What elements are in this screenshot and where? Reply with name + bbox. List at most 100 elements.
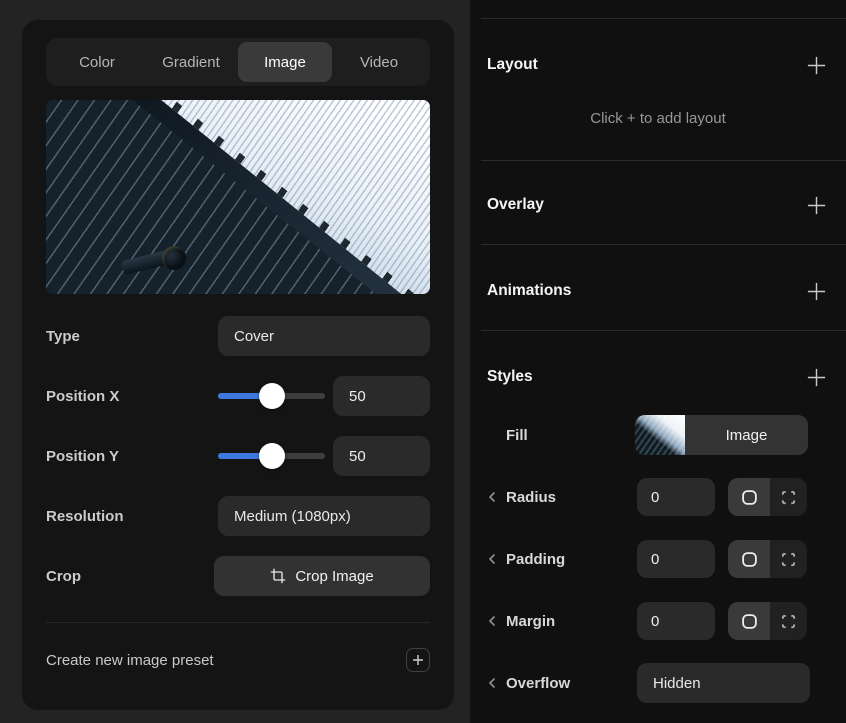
inspector-panel: Layout Click + to add layout Overlay xyxy=(470,0,846,723)
overlay-title: Overlay xyxy=(487,196,544,214)
create-preset-label: Create new image preset xyxy=(46,652,406,669)
preview-camera-lens xyxy=(162,246,186,270)
fill-type-tabbar: Color Gradient Image Video xyxy=(46,38,430,86)
type-select[interactable]: Cover xyxy=(218,316,430,356)
uniform-radius-icon xyxy=(741,613,758,630)
fill-value: Image xyxy=(685,415,808,455)
tab-gradient[interactable]: Gradient xyxy=(144,42,238,82)
crop-row: Crop Crop Image xyxy=(46,556,430,596)
styles-section-header: Styles xyxy=(470,357,846,397)
chevron-left-icon[interactable] xyxy=(487,553,506,565)
type-row: Type Cover xyxy=(46,316,430,356)
individual-corners-icon xyxy=(781,490,796,505)
tab-video-label: Video xyxy=(360,54,398,71)
radius-label: Radius xyxy=(506,489,556,506)
plus-icon xyxy=(806,281,827,302)
add-animation-button[interactable] xyxy=(801,276,831,306)
position-y-label: Position Y xyxy=(46,448,218,465)
section-divider xyxy=(481,18,846,19)
image-settings-rows: Type Cover Position X Position Y xyxy=(46,316,430,596)
create-preset-row: Create new image preset xyxy=(46,640,430,680)
position-x-slider[interactable] xyxy=(218,376,325,416)
padding-label: Padding xyxy=(506,551,565,568)
tab-gradient-label: Gradient xyxy=(162,54,220,71)
tab-image[interactable]: Image xyxy=(238,42,332,82)
uniform-radius-button[interactable] xyxy=(728,478,770,516)
position-x-input[interactable] xyxy=(333,376,430,416)
uniform-radius-icon xyxy=(741,489,758,506)
animations-title: Animations xyxy=(487,282,571,300)
chevron-left-icon[interactable] xyxy=(487,615,506,627)
tab-color[interactable]: Color xyxy=(50,42,144,82)
styles-title: Styles xyxy=(487,368,533,386)
add-style-button[interactable] xyxy=(801,362,831,392)
slider-thumb[interactable] xyxy=(259,443,285,469)
section-divider xyxy=(481,160,846,161)
fill-row: Fill Image xyxy=(487,415,846,455)
animations-section-header: Animations xyxy=(470,271,846,311)
fill-image-thumbnail xyxy=(635,415,685,455)
style-rows: Fill Image Radius xyxy=(470,415,846,703)
slider-thumb[interactable] xyxy=(259,383,285,409)
image-preview[interactable] xyxy=(46,100,430,294)
image-fill-panel: Color Gradient Image Video Type Cover Po… xyxy=(22,20,454,710)
individual-sides-button[interactable] xyxy=(770,540,807,578)
layout-title: Layout xyxy=(487,56,538,74)
plus-icon xyxy=(806,367,827,388)
create-preset-button[interactable] xyxy=(406,648,430,672)
plus-icon xyxy=(806,195,827,216)
plus-icon xyxy=(412,654,424,666)
overflow-label: Overflow xyxy=(506,675,570,692)
margin-row: Margin xyxy=(487,601,846,641)
resolution-label: Resolution xyxy=(46,508,218,525)
crop-label: Crop xyxy=(46,568,214,585)
tab-video[interactable]: Video xyxy=(332,42,426,82)
panel-divider xyxy=(46,622,430,623)
padding-mode-toggle xyxy=(728,540,807,578)
add-layout-button[interactable] xyxy=(801,50,831,80)
tab-color-label: Color xyxy=(79,54,115,71)
individual-corners-button[interactable] xyxy=(770,478,807,516)
uniform-margin-button[interactable] xyxy=(728,602,770,640)
margin-mode-toggle xyxy=(728,602,807,640)
chevron-left-icon[interactable] xyxy=(487,491,506,503)
fill-label: Fill xyxy=(506,427,528,444)
overlay-section-header: Overlay xyxy=(470,185,846,225)
resolution-select[interactable]: Medium (1080px) xyxy=(218,496,430,536)
position-y-slider[interactable] xyxy=(218,436,325,476)
padding-input[interactable] xyxy=(637,540,715,578)
plus-icon xyxy=(806,55,827,76)
crop-icon xyxy=(270,568,286,584)
position-x-row: Position X xyxy=(46,376,430,416)
radius-row: Radius xyxy=(487,477,846,517)
add-overlay-button[interactable] xyxy=(801,190,831,220)
layout-empty-hint: Click + to add layout xyxy=(470,110,846,127)
type-label: Type xyxy=(46,328,218,345)
margin-label: Margin xyxy=(506,613,555,630)
fill-image-button[interactable]: Image xyxy=(635,415,808,455)
overflow-value: Hidden xyxy=(653,675,701,692)
overflow-row: Overflow Hidden xyxy=(487,663,846,703)
uniform-radius-icon xyxy=(741,551,758,568)
section-divider xyxy=(481,244,846,245)
crop-button-label: Crop Image xyxy=(295,568,373,585)
individual-corners-icon xyxy=(781,614,796,629)
design-tool-properties: Color Gradient Image Video Type Cover Po… xyxy=(0,0,846,723)
radius-mode-toggle xyxy=(728,478,807,516)
section-divider xyxy=(481,330,846,331)
position-x-label: Position X xyxy=(46,388,218,405)
overflow-select[interactable]: Hidden xyxy=(637,663,810,703)
padding-row: Padding xyxy=(487,539,846,579)
margin-input[interactable] xyxy=(637,602,715,640)
position-y-row: Position Y xyxy=(46,436,430,476)
individual-sides-button[interactable] xyxy=(770,602,807,640)
chevron-left-icon[interactable] xyxy=(487,677,506,689)
resolution-value: Medium (1080px) xyxy=(234,508,351,525)
uniform-padding-button[interactable] xyxy=(728,540,770,578)
position-y-input[interactable] xyxy=(333,436,430,476)
crop-image-button[interactable]: Crop Image xyxy=(214,556,430,596)
resolution-row: Resolution Medium (1080px) xyxy=(46,496,430,536)
layout-section-header: Layout xyxy=(470,45,846,85)
radius-input[interactable] xyxy=(637,478,715,516)
individual-corners-icon xyxy=(781,552,796,567)
